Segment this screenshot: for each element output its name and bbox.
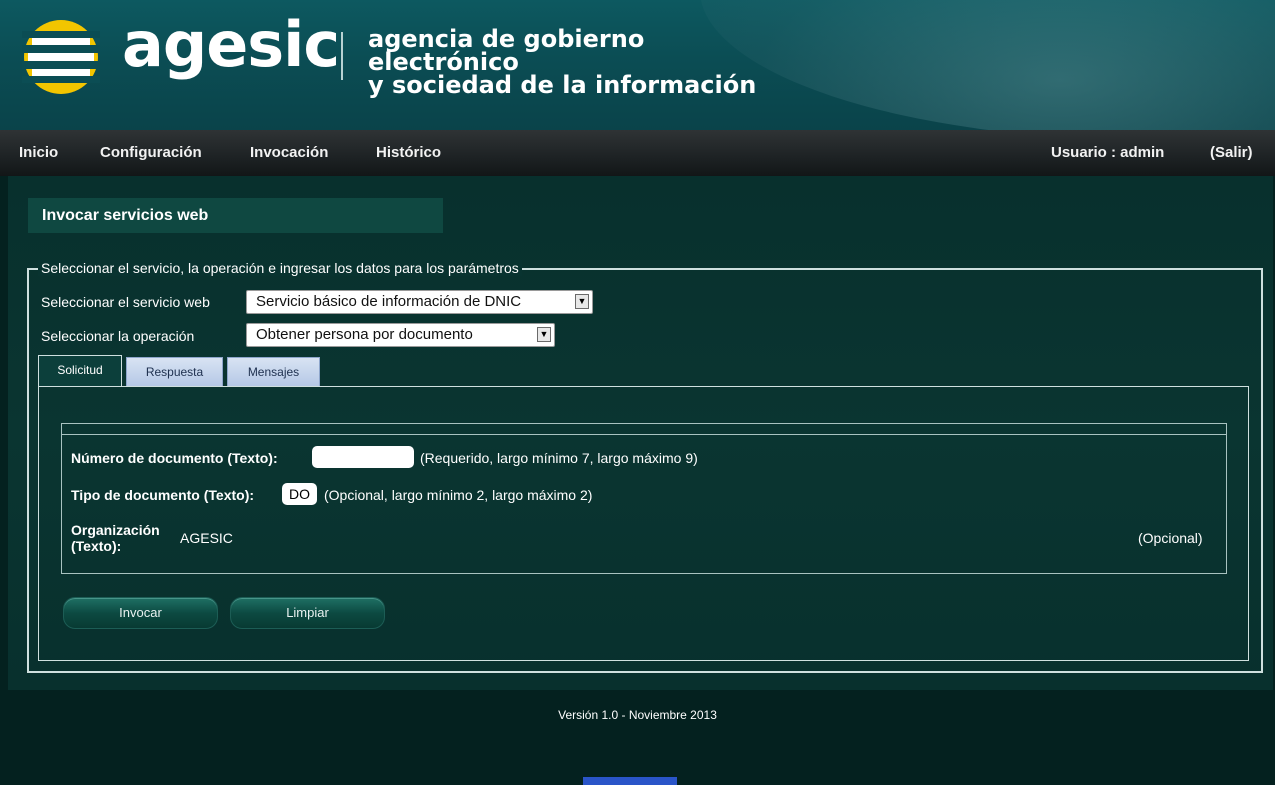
tagline-line-1: agencia de gobierno electrónico [368,25,645,76]
doc-number-input[interactable] [312,446,414,468]
operation-select-value: Obtener persona por documento [256,326,473,343]
doc-number-label: Número de documento (Texto): [71,450,278,466]
header-tagline: agencia de gobierno electrónico y socied… [368,25,788,99]
tab-respuesta[interactable]: Respuesta [126,357,223,387]
clear-button[interactable]: Limpiar [230,597,385,629]
doc-type-label: Tipo de documento (Texto): [71,487,255,503]
footer-version: Versión 1.0 - Noviembre 2013 [558,708,717,722]
invoke-button[interactable]: Invocar [63,597,218,629]
app-root: agesic agencia de gobierno electrónico y… [0,0,1275,785]
logo-wordmark: agesic [122,8,340,81]
main-nav: Inicio Configuración Invocación Históric… [0,130,1275,176]
org-label: Organización (Texto): [71,522,160,554]
page-title: Invocar servicios web [28,198,443,233]
service-label: Seleccionar el servicio web [41,294,210,310]
header-divider [341,32,343,80]
operation-select[interactable]: Obtener persona por documento ▼ [246,323,555,347]
nav-item-inicio[interactable]: Inicio [19,144,58,161]
service-select[interactable]: Servicio básico de información de DNIC ▼ [246,290,593,314]
doc-type-note: (Opcional, largo mínimo 2, largo máximo … [324,487,593,503]
agesic-logo-icon [22,20,100,94]
doc-number-note: (Requerido, largo mínimo 7, largo máximo… [420,450,698,466]
nav-item-configuracion[interactable]: Configuración [100,144,202,161]
logout-link[interactable]: (Salir) [1210,144,1253,161]
params-divider [61,434,1227,435]
nav-item-invocacion[interactable]: Invocación [250,144,328,161]
tab-mensajes[interactable]: Mensajes [227,357,320,387]
operation-label: Seleccionar la operación [41,328,195,344]
fieldset-legend: Seleccionar el servicio, la operación e … [38,260,522,276]
user-label: Usuario : admin [1051,144,1165,161]
nav-item-historico[interactable]: Histórico [376,144,441,161]
chevron-down-icon: ▼ [537,327,551,342]
main-content: Invocar servicios web Seleccionar el ser… [8,176,1273,690]
tab-solicitud[interactable]: Solicitud [38,355,122,387]
org-label-line-1: Organización [71,522,160,538]
chevron-down-icon: ▼ [575,294,589,309]
org-note: (Opcional) [1138,530,1203,546]
doc-type-input[interactable] [282,483,317,505]
service-select-value: Servicio básico de información de DNIC [256,293,522,310]
site-header: agesic agencia de gobierno electrónico y… [0,0,1275,130]
org-value: AGESIC [180,530,233,546]
org-label-line-2: (Texto): [71,538,122,554]
tagline-line-2: y sociedad de la información [368,71,757,99]
